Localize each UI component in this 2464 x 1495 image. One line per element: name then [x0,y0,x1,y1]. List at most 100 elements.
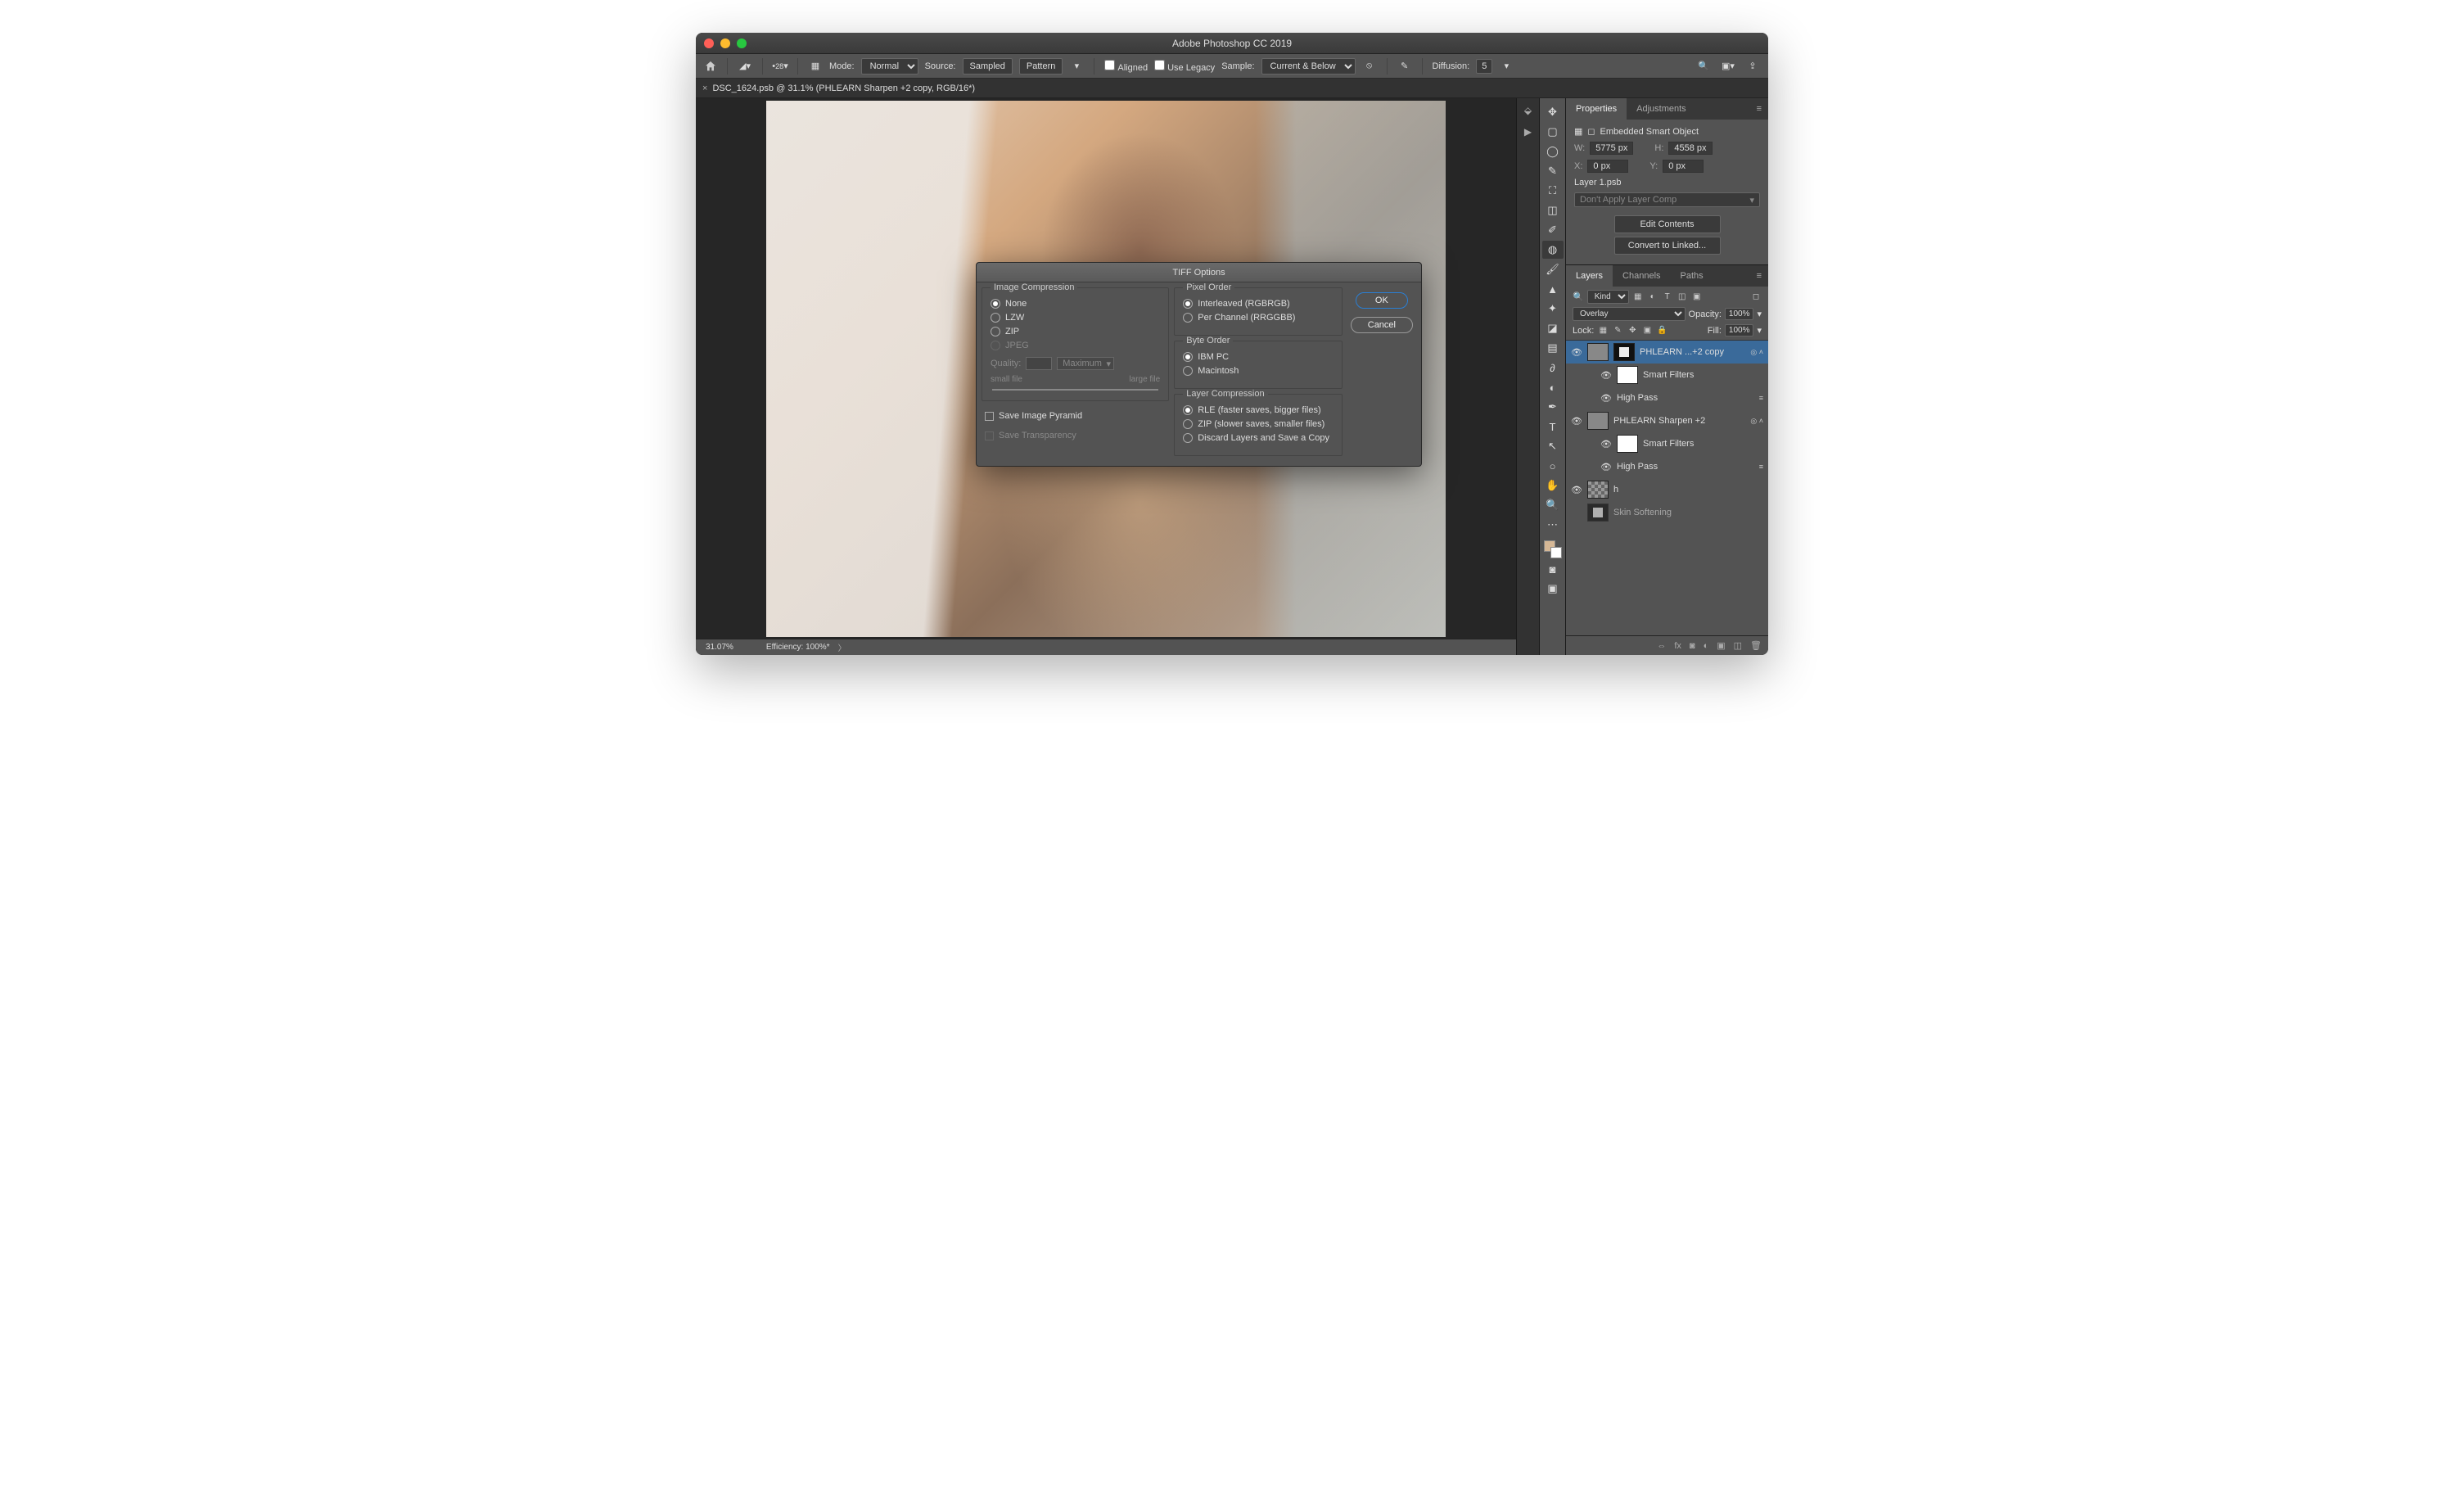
move-tool-icon[interactable]: ✥ [1542,103,1564,121]
frame-tool-icon[interactable]: ◫ [1542,201,1564,219]
filter-type-icon[interactable]: T [1662,291,1673,303]
ignore-adjustment-icon[interactable]: ⦸ [1362,59,1377,74]
convert-to-linked-button[interactable]: Convert to Linked... [1614,237,1721,255]
hand-tool-icon[interactable]: ✋ [1542,477,1564,495]
brush-preview-icon[interactable]: •28▾ [773,59,787,74]
workspace-icon[interactable]: ▣▾ [1721,59,1735,74]
compression-zip-radio[interactable]: ZIP [991,327,1160,336]
visibility-icon[interactable]: 👁 [1600,439,1612,449]
fill-value[interactable]: 100% [1725,324,1754,336]
layer-comp-select[interactable]: Don't Apply Layer Comp [1574,192,1760,207]
compression-none-radio[interactable]: None [991,299,1160,309]
filters-collapse-icon[interactable]: ◎ ˄ [1750,417,1763,426]
layer-row[interactable]: 👁Smart Filters [1566,432,1768,455]
pressure-icon[interactable]: ✎ [1397,59,1412,74]
layer-row[interactable]: 👁Smart Filters [1566,364,1768,386]
layer-row[interactable]: 👁PHLEARN ...+2 copy◎ ˄ [1566,341,1768,364]
visibility-icon[interactable]: 👁 [1571,485,1582,495]
filter-smart-icon[interactable]: ▣ [1691,291,1703,303]
ok-button[interactable]: OK [1356,292,1408,309]
dodge-tool-icon[interactable]: ◐ [1542,378,1564,396]
filter-adjust-icon[interactable]: ◐ [1647,291,1658,303]
y-value[interactable]: 0 px [1663,160,1704,173]
tab-properties[interactable]: Properties [1566,98,1627,120]
filters-collapse-icon[interactable]: ◎ ˄ [1750,348,1763,357]
new-adjustment-icon[interactable]: ◐ [1704,641,1709,651]
home-icon[interactable] [704,60,717,73]
layers-menu-icon[interactable]: ≡ [1750,265,1768,287]
layer-row[interactable]: 👁h [1566,478,1768,501]
tab-paths[interactable]: Paths [1671,265,1713,287]
tab-channels[interactable]: Channels [1613,265,1670,287]
layer-row[interactable]: 👁High Pass≡ [1566,386,1768,409]
quick-mask-icon[interactable]: ◙ [1542,560,1564,578]
layer-row[interactable]: 👁High Pass≡ [1566,455,1768,478]
history-brush-tool-icon[interactable]: ✦ [1542,300,1564,318]
diffusion-value[interactable]: 5 [1476,59,1492,74]
mode-select[interactable]: Normal [861,58,918,75]
actions-panel-icon[interactable]: ▶ [1521,126,1536,138]
marquee-tool-icon[interactable]: ▢ [1542,123,1564,141]
pattern-swatch-icon[interactable]: ▾ [1069,59,1084,74]
filter-options-icon[interactable]: ≡ [1759,394,1763,402]
lock-pixels-icon[interactable]: ▦ [1597,325,1609,336]
add-mask-icon[interactable]: ◙ [1690,641,1695,651]
visibility-icon[interactable]: 👁 [1571,416,1582,427]
crop-tool-icon[interactable]: ⛶ [1542,182,1564,200]
height-value[interactable]: 4558 px [1668,142,1712,155]
link-layers-icon[interactable]: ⇔ [1657,641,1666,651]
color-swatches[interactable] [1544,540,1562,558]
filter-options-icon[interactable]: ≡ [1759,463,1763,471]
panel-menu-icon[interactable]: ≡ [1750,98,1768,120]
search-icon[interactable]: 🔍 [1696,59,1711,74]
close-window-icon[interactable] [704,38,714,48]
cancel-button[interactable]: Cancel [1351,317,1413,333]
opacity-value[interactable]: 100% [1725,308,1754,320]
source-sampled-button[interactable]: Sampled [963,58,1013,75]
path-select-tool-icon[interactable]: ↖ [1542,437,1564,455]
brush-panel-icon[interactable]: ▦ [808,59,823,74]
layer-fx-icon[interactable]: fx [1674,641,1681,651]
x-value[interactable]: 0 px [1587,160,1628,173]
byte-mac-radio[interactable]: Macintosh [1183,366,1334,376]
filter-kind-select[interactable]: Kind [1587,290,1629,304]
lock-paint-icon[interactable]: ✎ [1612,325,1623,336]
brush-tool-icon[interactable]: 🖌 [1542,260,1564,278]
eyedropper-tool-icon[interactable]: ✐ [1542,221,1564,239]
tab-layers[interactable]: Layers [1566,265,1613,287]
gradient-tool-icon[interactable]: ▤ [1542,339,1564,357]
blur-tool-icon[interactable]: ∂ [1542,359,1564,377]
pen-tool-icon[interactable]: ✒ [1542,398,1564,416]
filter-pixels-icon[interactable]: ▦ [1632,291,1644,303]
visibility-icon[interactable]: 👁 [1600,393,1612,404]
layer-row[interactable]: 👁PHLEARN Sharpen +2◎ ˄ [1566,409,1768,432]
zoom-tool-icon[interactable]: 🔍 [1542,496,1564,514]
tab-close-icon[interactable]: × [702,84,707,93]
edit-toolbar-icon[interactable]: ⋯ [1542,516,1564,534]
filter-toggle-icon[interactable]: ◻ [1750,291,1762,303]
screen-mode-icon[interactable]: ▣ [1542,580,1564,598]
layer-zip-radio[interactable]: ZIP (slower saves, smaller files) [1183,419,1334,429]
blend-mode-select[interactable]: Overlay [1573,307,1686,321]
lock-position-icon[interactable]: ✥ [1627,325,1638,336]
quick-select-tool-icon[interactable]: ✎ [1542,162,1564,180]
status-chevron-icon[interactable]: 〉 [838,641,846,653]
share-icon[interactable]: ⇪ [1745,59,1760,74]
compression-lzw-radio[interactable]: LZW [991,313,1160,323]
layer-rle-radio[interactable]: RLE (faster saves, bigger files) [1183,405,1334,415]
source-pattern-button[interactable]: Pattern [1019,58,1063,75]
layer-discard-radio[interactable]: Discard Layers and Save a Copy [1183,433,1334,443]
use-legacy-checkbox[interactable]: Use Legacy [1154,60,1215,73]
type-tool-icon[interactable]: T [1542,418,1564,436]
visibility-icon[interactable]: 👁 [1600,462,1612,472]
new-group-icon[interactable]: ▣ [1717,640,1725,651]
width-value[interactable]: 5775 px [1590,142,1633,155]
delete-layer-icon[interactable]: 🗑 [1750,640,1762,651]
shape-tool-icon[interactable]: ○ [1542,457,1564,475]
pixel-interleaved-radio[interactable]: Interleaved (RGBRGB) [1183,299,1334,309]
lock-artboard-icon[interactable]: ▣ [1641,325,1653,336]
lock-all-icon[interactable]: 🔒 [1656,325,1667,336]
tool-preset-icon[interactable]: ◢▾ [738,59,752,74]
lasso-tool-icon[interactable]: ◯ [1542,142,1564,160]
layer-row[interactable]: Skin Softening [1566,501,1768,524]
